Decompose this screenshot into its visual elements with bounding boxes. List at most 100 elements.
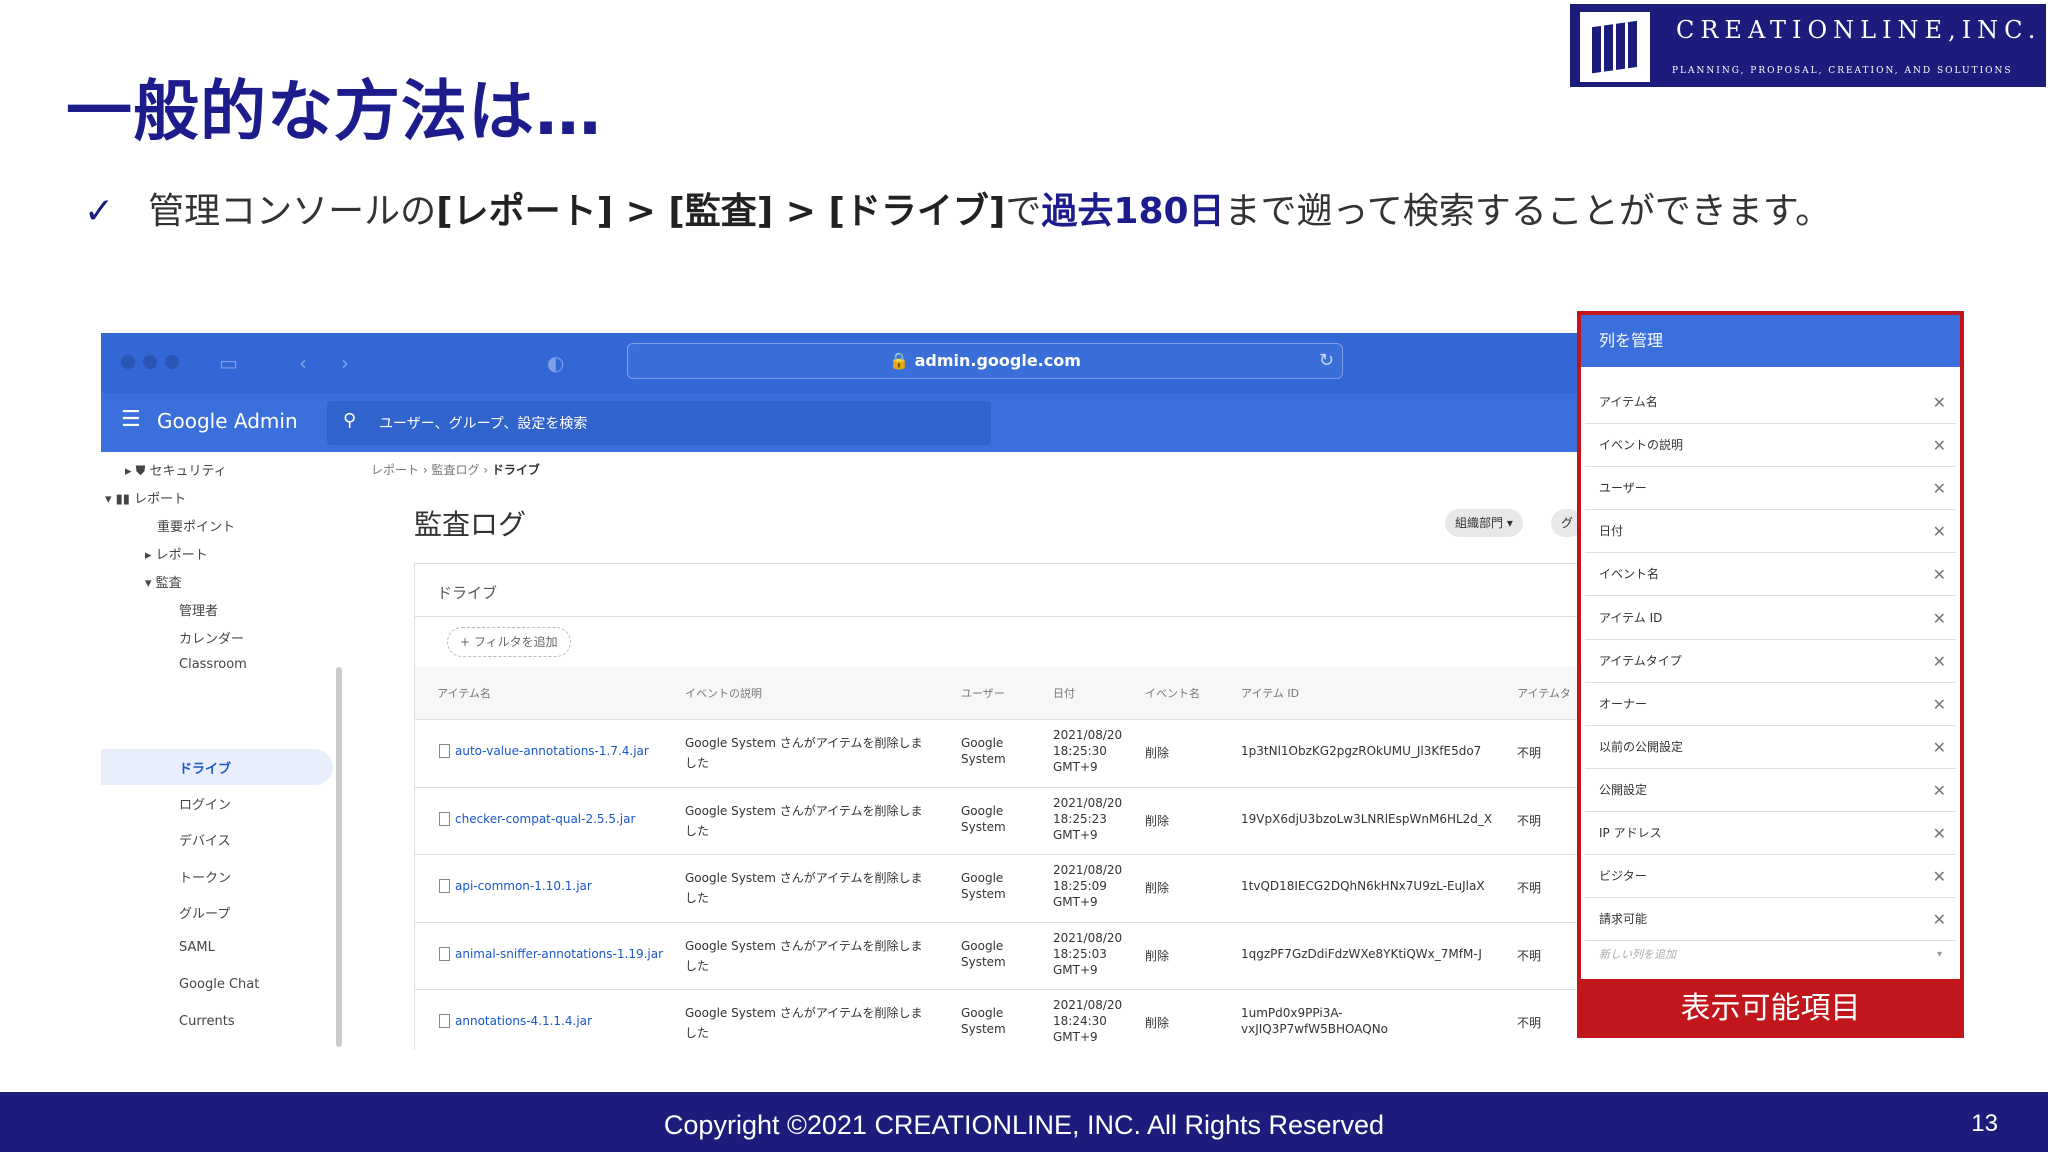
remove-column-icon[interactable]: ✕ (1933, 510, 1946, 553)
window-zoom-dot[interactable] (165, 355, 179, 369)
th-item-name[interactable]: アイテム名 (437, 685, 491, 701)
table-row[interactable]: auto-value-annotations-1.7.4.jar Google S… (415, 719, 1581, 786)
th-item-type[interactable]: アイテムタ (1517, 685, 1571, 701)
user-line1: Google (961, 803, 1004, 818)
th-user[interactable]: ユーザー (961, 685, 1005, 701)
page-title: 監査ログ (414, 508, 527, 541)
hamburger-menu-icon[interactable]: ☰ (121, 407, 141, 432)
th-date[interactable]: 日付 (1053, 685, 1075, 701)
copyright-text: Copyright ©2021 CREATIONLINE, INC. All R… (663, 1110, 1385, 1140)
file-icon (439, 946, 450, 961)
logo-cube-icon (1580, 12, 1650, 82)
window-minimize-dot[interactable] (143, 355, 157, 369)
item-name-link[interactable]: annotations-4.1.1.4.jar (455, 1014, 592, 1028)
item-name-link[interactable]: auto-value-annotations-1.7.4.jar (455, 744, 649, 758)
item-name-link[interactable]: animal-sniffer-annotations-1.19.jar (455, 947, 663, 961)
remove-column-icon[interactable]: ✕ (1933, 381, 1946, 424)
remove-column-icon[interactable]: ✕ (1933, 726, 1946, 769)
sidebar-item-admin[interactable]: 管理者 (179, 600, 218, 619)
remove-column-icon[interactable]: ✕ (1933, 640, 1946, 683)
search-icon: ⚲ (343, 410, 357, 431)
remove-column-icon[interactable]: ✕ (1933, 467, 1946, 510)
user-line1: Google (961, 938, 1004, 953)
sidebar-item-groups[interactable]: グループ (179, 903, 230, 922)
sidebar-item-classroom[interactable]: Classroom (179, 657, 247, 672)
sidebar-nav: ▸ ⛊ セキュリティ ▾ ▮▮ レポート 重要ポイント ▸ レポート ▾ 監査 … (101, 452, 342, 1050)
th-event-desc[interactable]: イベントの説明 (685, 685, 762, 701)
item-name-link[interactable]: checker-compat-qual-2.5.5.jar (455, 812, 635, 826)
search-placeholder: ユーザー、グループ、設定を検索 (379, 416, 588, 432)
breadcrumb: レポート › 監査ログ › ドライブ (371, 463, 540, 477)
org-unit-chip[interactable]: 組織部門 ▾ (1445, 509, 1523, 537)
search-box[interactable]: ⚲ ユーザー、グループ、設定を検索 (327, 401, 991, 445)
address-bar[interactable]: 🔒 admin.google.com ↻ (627, 343, 1343, 379)
column-item: イベントの説明 ✕ (1585, 424, 1956, 468)
sidebar-item-drive[interactable]: ドライブ (179, 758, 231, 777)
admin-app-bar: ☰ Google Admin ⚲ ユーザー、グループ、設定を検索 (101, 393, 1581, 452)
remove-column-icon[interactable]: ✕ (1933, 424, 1946, 467)
sidebar-scrollbar[interactable] (336, 667, 342, 1047)
logo-tagline: PLANNING, PROPOSAL, CREATION, AND SOLUTI… (1672, 66, 2013, 76)
sidebar-item-highlights[interactable]: 重要ポイント (157, 516, 235, 535)
column-name: イベント名 (1599, 567, 1660, 582)
event-desc-line2: した (685, 958, 710, 973)
date-line1: 2021/08/20 (1053, 728, 1123, 742)
date-line1: 2021/08/20 (1053, 863, 1123, 877)
user-line2: System (961, 752, 1006, 766)
check-icon: ✓ (84, 191, 115, 232)
th-event-name[interactable]: イベント名 (1145, 685, 1200, 701)
back-icon[interactable]: ‹ (299, 351, 307, 375)
forward-icon[interactable]: › (341, 351, 349, 375)
user-line2: System (961, 887, 1006, 901)
add-column-select[interactable]: 新しい列を追加 ▾ (1585, 935, 1956, 975)
admin-console-screenshot: ▭ ‹ › ◐ 🔒 admin.google.com ↻ ☰ Google Ad… (101, 333, 1581, 1050)
table-row[interactable]: annotations-4.1.1.4.jar Google System さんが… (415, 989, 1581, 1050)
breadcrumb-reports[interactable]: レポート (371, 463, 419, 477)
manage-columns-panel: 列を管理 アイテム名 ✕ イベントの説明 ✕ ユーザー ✕ 日付 ✕ イベント名 ✕ アイテム ID… (1577, 311, 1964, 1038)
file-icon (439, 744, 450, 758)
table-header: アイテム名 イベントの説明 ユーザー 日付 イベント名 アイテム ID アイテム… (415, 667, 1581, 719)
window-close-dot[interactable] (121, 355, 135, 369)
item-type: 不明 (1517, 746, 1542, 760)
sidebar-item-tokens[interactable]: トークン (179, 867, 231, 886)
remove-column-icon[interactable]: ✕ (1933, 683, 1946, 726)
sidebar-item-calendar[interactable]: カレンダー (179, 628, 244, 647)
sidebar-item-currents[interactable]: Currents (179, 1014, 235, 1029)
sidebar-item-reports-sub[interactable]: ▸ レポート (145, 544, 208, 563)
sidebar-item-login[interactable]: ログイン (179, 794, 231, 813)
date-line2: 18:24:30 (1053, 1014, 1107, 1028)
th-item-id[interactable]: アイテム ID (1241, 685, 1299, 701)
table-row[interactable]: checker-compat-qual-2.5.5.jar Google Syst… (415, 786, 1581, 854)
breadcrumb-audit-log[interactable]: 監査ログ (431, 463, 479, 477)
sidebar-item-saml[interactable]: SAML (179, 940, 215, 955)
date-line1: 2021/08/20 (1053, 998, 1123, 1012)
remove-column-icon[interactable]: ✕ (1933, 769, 1946, 812)
footer: Copyright ©2021 CREATIONLINE, INC. All R… (0, 1092, 2048, 1152)
sidebar-item-audit[interactable]: ▾ 監査 (145, 572, 182, 591)
table-row[interactable]: animal-sniffer-annotations-1.19.jar Googl… (415, 921, 1581, 989)
user-line1: Google (961, 871, 1004, 885)
item-name-link[interactable]: api-common-1.10.1.jar (455, 879, 592, 893)
item-type: 不明 (1517, 948, 1542, 963)
column-name: IP アドレス (1599, 826, 1662, 840)
sidebar-toggle-icon[interactable]: ▭ (219, 351, 238, 375)
panel-title: 列を管理 (1581, 315, 1960, 367)
remove-column-icon[interactable]: ✕ (1933, 553, 1946, 596)
column-item: オーナー ✕ (1585, 683, 1956, 726)
remove-column-icon[interactable]: ✕ (1933, 812, 1946, 855)
sidebar-item-reports[interactable]: ▾ ▮▮ レポート (105, 488, 186, 507)
sidebar-item-devices[interactable]: デバイス (179, 830, 231, 849)
event-name: 削除 (1145, 746, 1170, 760)
sidebar-item-google-chat[interactable]: Google Chat (179, 977, 259, 992)
sidebar-item-security[interactable]: ▸ ⛊ セキュリティ (125, 460, 227, 479)
reload-icon[interactable]: ↻ (1319, 344, 1334, 378)
date-line3: GMT+9 (1053, 827, 1098, 842)
table-row[interactable]: api-common-1.10.1.jar Google System さんがアイ… (415, 854, 1581, 921)
add-filter-button[interactable]: + フィルタを追加 (447, 627, 571, 657)
date-line3: GMT+9 (1053, 962, 1098, 977)
remove-column-icon[interactable]: ✕ (1933, 855, 1946, 898)
remove-column-icon[interactable]: ✕ (1933, 597, 1946, 640)
event-desc-line1: Google System さんがアイテムを削除しま (685, 1006, 923, 1020)
event-name: 削除 (1145, 813, 1170, 828)
column-item: 日付 ✕ (1585, 510, 1956, 554)
